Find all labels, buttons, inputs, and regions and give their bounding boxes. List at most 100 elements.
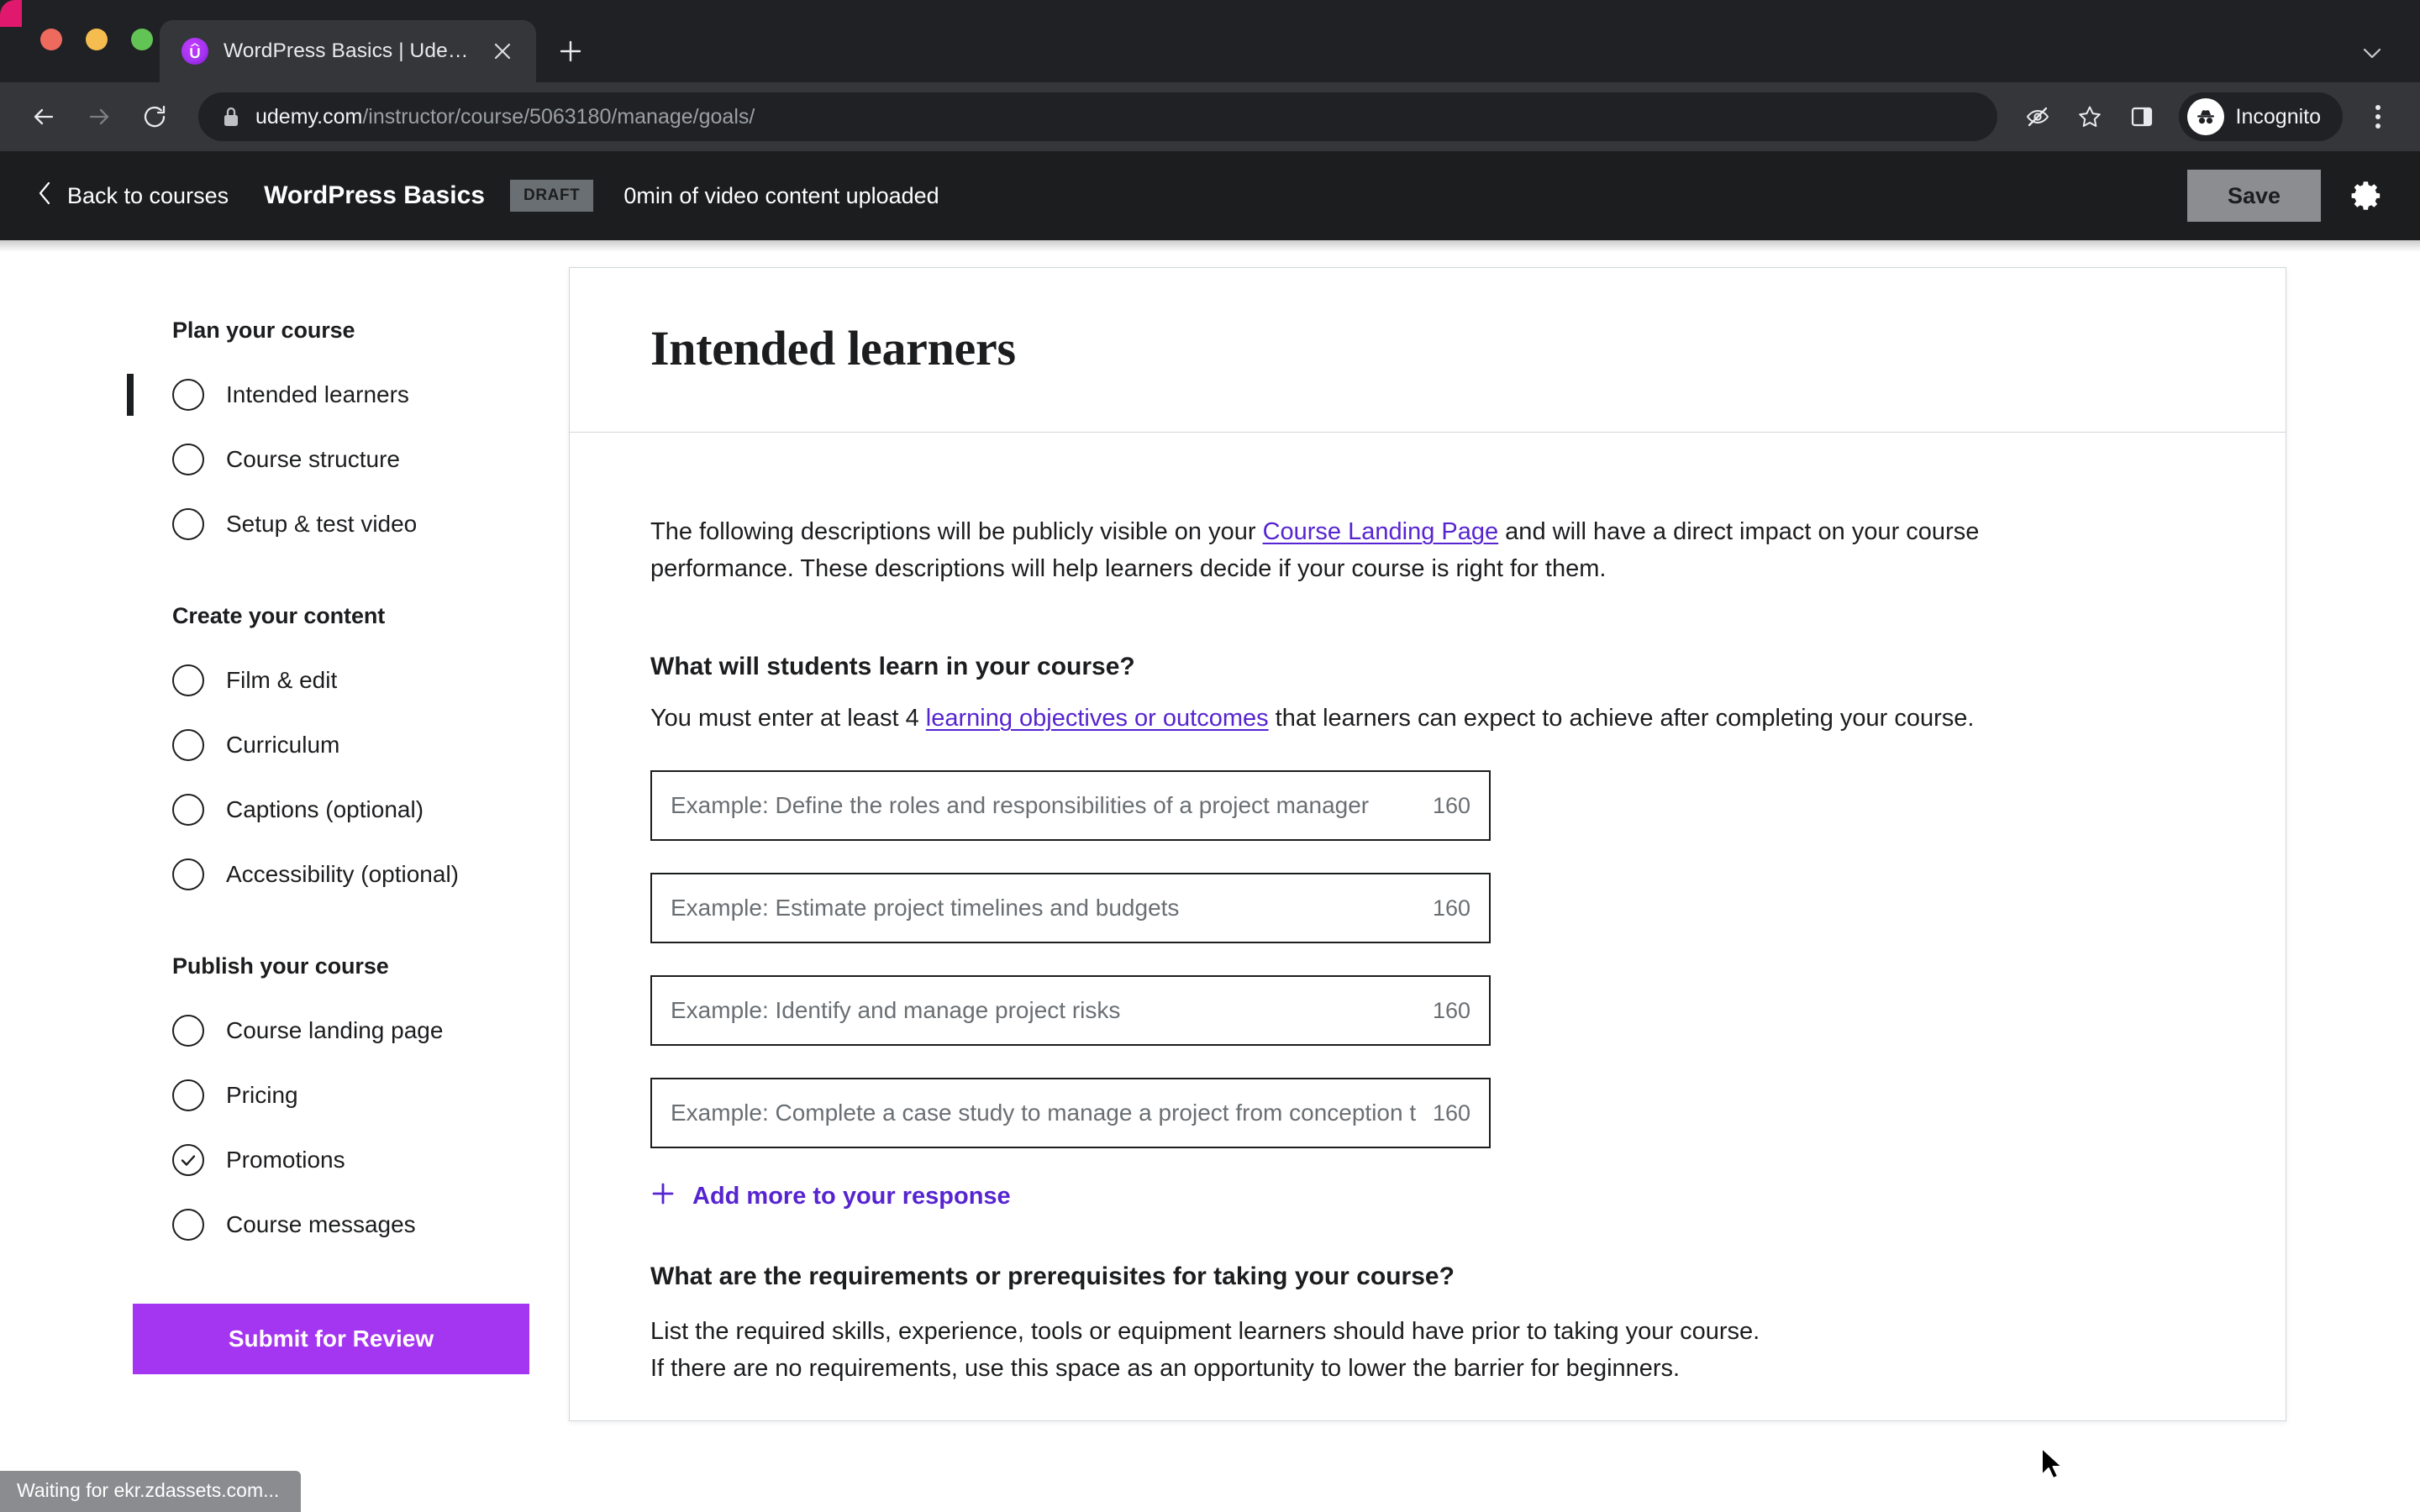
step-status-icon bbox=[172, 1079, 204, 1111]
learning-objective-row[interactable]: 160 bbox=[650, 873, 1491, 944]
close-icon[interactable] bbox=[487, 36, 518, 66]
save-button[interactable]: Save bbox=[2186, 170, 2321, 222]
step-status-icon bbox=[172, 443, 204, 475]
reload-icon[interactable] bbox=[129, 92, 180, 142]
maximize-window-button[interactable] bbox=[131, 29, 153, 50]
intro-text-part1: The following descriptions will be publi… bbox=[650, 518, 1263, 545]
url-host: udemy.com bbox=[255, 104, 363, 129]
sidebar-item-label: Course structure bbox=[226, 445, 400, 472]
learning-objectives-link[interactable]: learning objectives or outcomes bbox=[926, 705, 1269, 732]
udemy-logo-icon bbox=[182, 38, 208, 65]
step-status-icon bbox=[172, 728, 204, 761]
incognito-icon bbox=[2186, 98, 2224, 135]
sidebar-item-course-landing-page[interactable]: Course landing page bbox=[172, 998, 569, 1063]
course-landing-page-link[interactable]: Course Landing Page bbox=[1263, 518, 1499, 545]
step-status-icon bbox=[172, 664, 204, 696]
step-status-icon bbox=[172, 378, 204, 411]
plus-icon bbox=[650, 1180, 676, 1212]
browser-window: WordPress Basics | Udemy udemy.com/instr… bbox=[0, 0, 2420, 1512]
sidebar-item-intended-learners[interactable]: Intended learners bbox=[127, 362, 569, 427]
sidebar-item-label: Curriculum bbox=[226, 731, 340, 758]
side-panel-icon[interactable] bbox=[2118, 93, 2165, 140]
back-to-courses-label: Back to courses bbox=[67, 182, 229, 208]
chevron-down-icon[interactable] bbox=[2353, 34, 2391, 72]
video-content-status: 0min of video content uploaded bbox=[623, 182, 939, 208]
close-window-button[interactable] bbox=[40, 29, 62, 50]
minimize-window-button[interactable] bbox=[86, 29, 108, 50]
active-indicator bbox=[127, 374, 134, 416]
sidebar-group-publish: Publish your course Course landing page … bbox=[0, 953, 569, 1257]
requirements-line-1: List the required skills, experience, to… bbox=[650, 1318, 1760, 1346]
sidebar-item-label: Captions (optional) bbox=[226, 795, 424, 822]
sidebar-item-film-edit[interactable]: Film & edit bbox=[172, 648, 569, 712]
sidebar-item-label: Course landing page bbox=[226, 1016, 444, 1043]
sidebar-item-accessibility[interactable]: Accessibility (optional) bbox=[172, 842, 569, 906]
char-counter: 160 bbox=[1432, 895, 1470, 921]
sidebar-item-promotions[interactable]: Promotions bbox=[172, 1127, 569, 1192]
main-content: Intended learners The following descript… bbox=[569, 240, 2420, 1512]
profile-label: Incognito bbox=[2235, 104, 2321, 129]
char-counter: 160 bbox=[1432, 792, 1470, 818]
add-more-response-button[interactable]: Add more to your response bbox=[650, 1180, 2205, 1212]
step-status-icon bbox=[172, 1014, 204, 1047]
learning-objective-input-2[interactable] bbox=[671, 895, 1416, 922]
learn-sub-part2: that learners can expect to achieve afte… bbox=[1268, 705, 1975, 732]
submit-for-review-button[interactable]: Submit for Review bbox=[133, 1304, 529, 1374]
chevron-left-icon bbox=[37, 181, 52, 211]
sidebar-item-curriculum[interactable]: Curriculum bbox=[172, 712, 569, 777]
sidebar-item-course-messages[interactable]: Course messages bbox=[172, 1192, 569, 1257]
sidebar-item-captions[interactable]: Captions (optional) bbox=[172, 777, 569, 842]
learn-section-subtitle: You must enter at least 4 learning objec… bbox=[650, 700, 1995, 737]
learning-objective-input-1[interactable] bbox=[671, 792, 1416, 820]
page-title: WordPress Basics bbox=[264, 181, 486, 209]
gear-icon[interactable] bbox=[2343, 171, 2391, 220]
star-icon[interactable] bbox=[2066, 93, 2113, 140]
sidebar-item-label: Accessibility (optional) bbox=[226, 860, 459, 887]
sidebar-item-label: Film & edit bbox=[226, 666, 338, 693]
learn-sub-part1: You must enter at least 4 bbox=[650, 705, 926, 732]
window-corner-accent bbox=[0, 0, 22, 27]
add-more-label: Add more to your response bbox=[692, 1182, 1011, 1210]
page-content: Plan your course Intended learners Cours… bbox=[0, 240, 2420, 1512]
sidebar-group-title: Publish your course bbox=[172, 953, 389, 979]
learning-objective-input-4[interactable] bbox=[671, 1100, 1416, 1127]
step-status-icon bbox=[172, 1143, 204, 1176]
learning-objective-row[interactable]: 160 bbox=[650, 1078, 1491, 1149]
sidebar-group-title: Create your content bbox=[172, 603, 386, 628]
sidebar-item-pricing[interactable]: Pricing bbox=[172, 1063, 569, 1127]
sidebar-item-label: Intended learners bbox=[226, 381, 409, 407]
learning-objective-input-3[interactable] bbox=[671, 997, 1416, 1025]
profile-button[interactable]: Incognito bbox=[2178, 92, 2343, 141]
learning-objective-row[interactable]: 160 bbox=[650, 770, 1491, 842]
section-title: Intended learners bbox=[650, 321, 1016, 375]
step-status-icon bbox=[172, 1208, 204, 1241]
new-tab-button[interactable] bbox=[548, 29, 593, 74]
intro-paragraph: The following descriptions will be publi… bbox=[650, 513, 1995, 587]
requirements-line-2: If there are no requirements, use this s… bbox=[650, 1355, 1681, 1383]
browser-tab[interactable]: WordPress Basics | Udemy bbox=[160, 20, 536, 82]
arrow-left-icon[interactable] bbox=[18, 92, 69, 142]
step-status-icon bbox=[172, 858, 204, 890]
sidebar-item-setup-test-video[interactable]: Setup & test video bbox=[172, 491, 569, 556]
sidebar-group-plan: Plan your course Intended learners Cours… bbox=[0, 318, 569, 556]
step-status-icon bbox=[172, 793, 204, 826]
tab-title: WordPress Basics | Udemy bbox=[224, 39, 472, 62]
address-bar[interactable]: udemy.com/instructor/course/5063180/mana… bbox=[198, 92, 1997, 141]
sidebar-item-label: Promotions bbox=[226, 1146, 345, 1173]
sidebar-group-title: Plan your course bbox=[172, 318, 355, 343]
header-actions: Save bbox=[2186, 170, 2391, 222]
arrow-right-icon[interactable] bbox=[74, 92, 124, 142]
sidebar-item-course-structure[interactable]: Course structure bbox=[172, 427, 569, 491]
sidebar-item-label: Course messages bbox=[226, 1210, 416, 1237]
window-traffic-lights bbox=[40, 29, 153, 50]
sidebar-item-label: Setup & test video bbox=[226, 510, 418, 537]
back-to-courses-link[interactable]: Back to courses bbox=[37, 181, 229, 211]
sidebar-item-label: Pricing bbox=[226, 1081, 298, 1108]
learning-objective-row[interactable]: 160 bbox=[650, 975, 1491, 1047]
kebab-menu-icon[interactable] bbox=[2356, 92, 2400, 142]
char-counter: 160 bbox=[1432, 1100, 1470, 1126]
eye-slash-icon[interactable] bbox=[2014, 93, 2061, 140]
learn-section-title: What will students learn in your course? bbox=[650, 653, 1135, 681]
card-body: The following descriptions will be publi… bbox=[570, 433, 2286, 1420]
status-badge: DRAFT bbox=[510, 180, 594, 212]
